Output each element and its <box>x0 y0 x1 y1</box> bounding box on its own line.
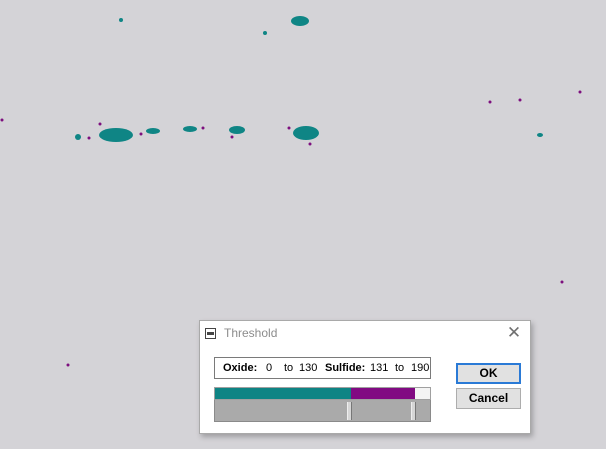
dialog-title: Threshold <box>224 326 278 340</box>
sulfide-max-handle[interactable] <box>411 402 416 420</box>
window-menu-icon[interactable] <box>205 328 216 339</box>
close-icon[interactable]: ✕ <box>506 324 522 342</box>
ok-button[interactable]: OK <box>456 363 521 384</box>
dialog-titlebar[interactable]: Threshold ✕ <box>200 321 530 347</box>
sulfide-range-segment <box>351 388 415 399</box>
oxide-range-segment <box>215 388 351 399</box>
threshold-slider[interactable] <box>214 400 431 422</box>
dialog-client-area: Oxide: 0 to 130 Sulfide: 131 to 190 OK C… <box>200 347 530 433</box>
cancel-button[interactable]: Cancel <box>456 388 521 409</box>
oxide-sulfide-boundary-handle[interactable] <box>347 402 352 420</box>
threshold-color-bar <box>214 387 431 400</box>
oxide-to-label: to <box>284 362 294 374</box>
sulfide-min-value: 131 <box>370 362 389 374</box>
oxide-min-value: 0 <box>266 362 273 374</box>
sulfide-max-value: 190 <box>411 362 430 374</box>
threshold-range-display: Oxide: 0 to 130 Sulfide: 131 to 190 <box>214 357 431 379</box>
sulfide-label: Sulfide: <box>323 358 366 378</box>
sulfide-to-label: to <box>395 362 405 374</box>
oxide-max-value: 130 <box>299 362 318 374</box>
oxide-particles <box>75 16 543 142</box>
threshold-dialog: Threshold ✕ Oxide: 0 to 130 Sulfide: 131… <box>199 320 531 434</box>
oxide-label: Oxide: <box>223 362 258 374</box>
